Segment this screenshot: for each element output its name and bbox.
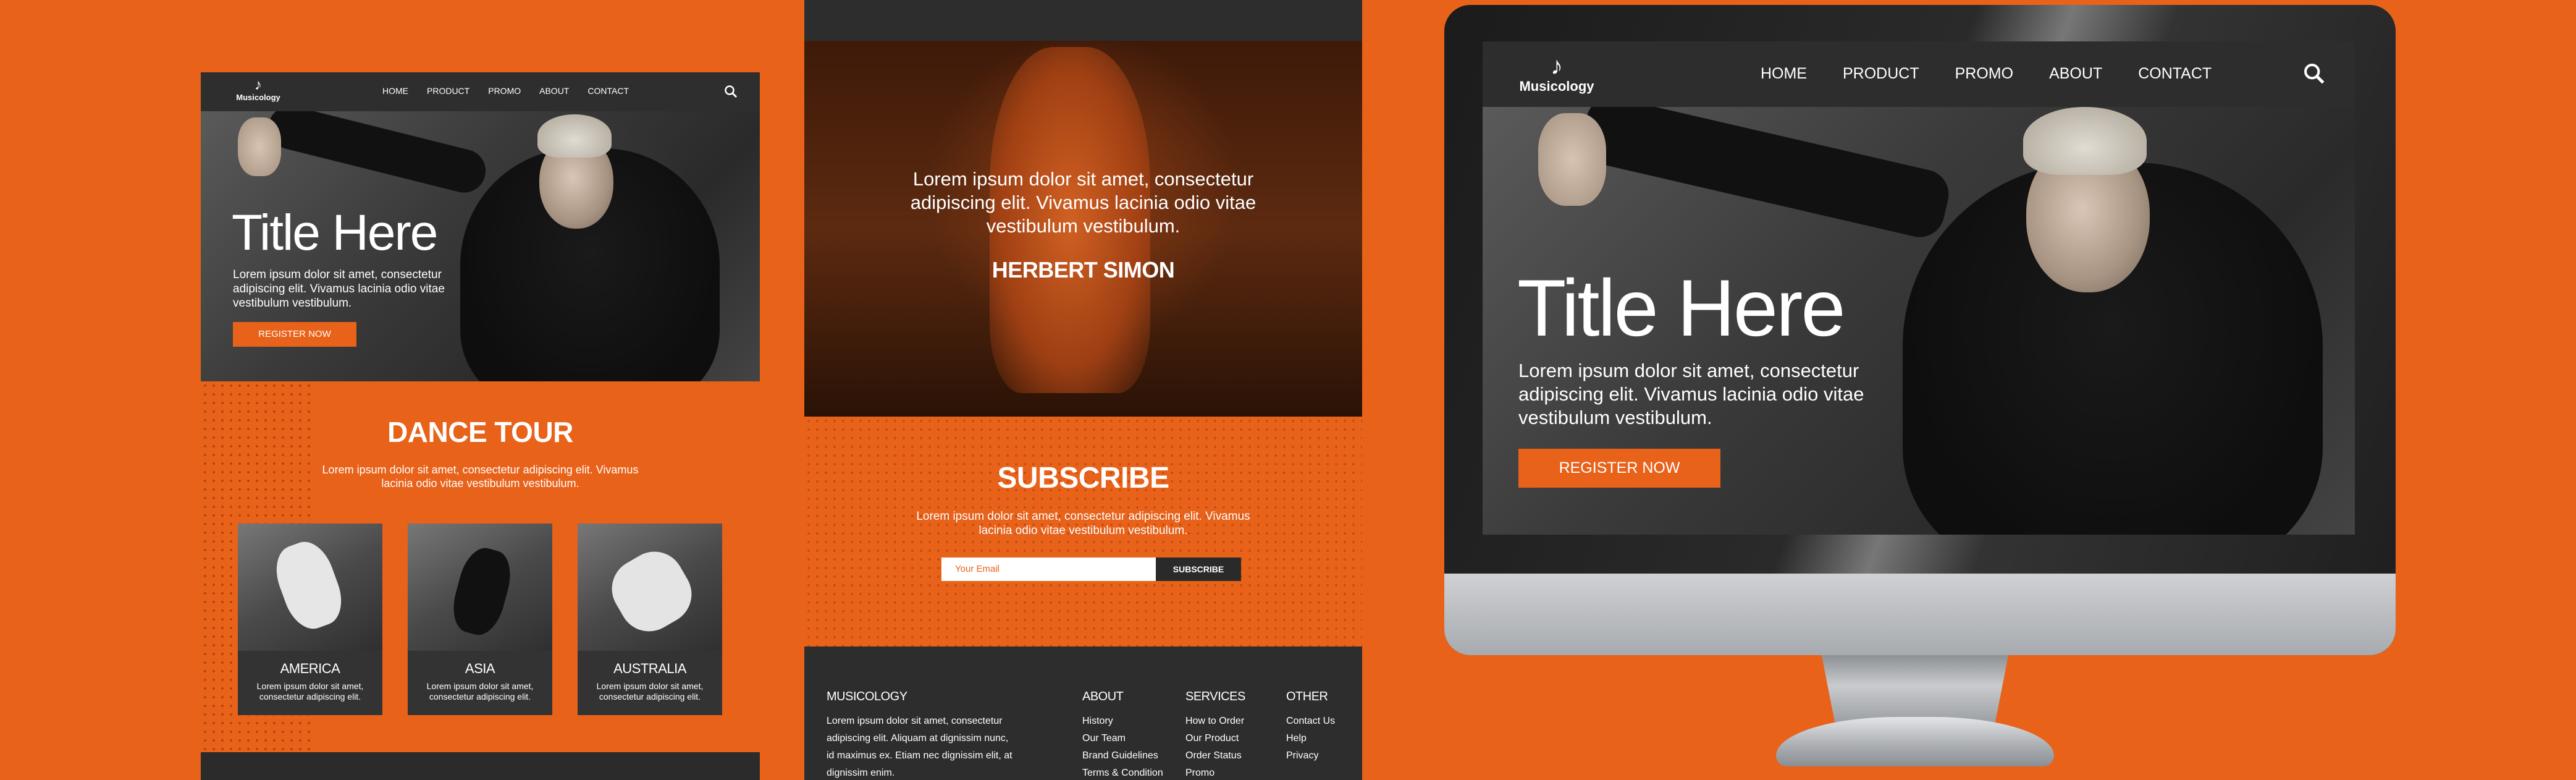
hero-title: Title Here bbox=[1517, 263, 1846, 353]
tour-card-america[interactable]: AMERICA Lorem ipsum dolor sit amet, cons… bbox=[238, 524, 382, 715]
footer-brand-text: Lorem ipsum dolor sit amet, consectetur … bbox=[827, 716, 1012, 778]
monitor-chin bbox=[1444, 574, 2396, 655]
left-footer-strip bbox=[201, 752, 760, 780]
testimonial-author: HERBERT SIMON bbox=[991, 257, 1175, 282]
footer-about: ABOUT History Our Team Brand Guidelines … bbox=[1082, 690, 1163, 780]
brand-name: Musicology bbox=[1519, 78, 1594, 94]
footer-link-promo[interactable]: Promo bbox=[1185, 765, 1245, 780]
tour-card-title: AUSTRALIA bbox=[613, 661, 686, 676]
hero-text: Lorem ipsum dolor sit amet, consectetur … bbox=[1518, 360, 1864, 428]
tour-card-australia[interactable]: AUSTRALIA Lorem ipsum dolor sit amet, co… bbox=[578, 524, 722, 715]
footer-about-heading: ABOUT bbox=[1082, 690, 1124, 703]
footer-other-heading: OTHER bbox=[1286, 690, 1328, 703]
hero-text: Lorem ipsum dolor sit amet, consectetur … bbox=[233, 268, 445, 310]
dance-tour-title: DANCE TOUR bbox=[387, 416, 573, 448]
footer-brand-heading: MUSICOLOGY bbox=[827, 690, 907, 703]
footer-services: SERVICES How to Order Our Product Order … bbox=[1185, 690, 1245, 780]
tour-card-image bbox=[578, 524, 722, 651]
nav-home[interactable]: HOME bbox=[1761, 65, 1807, 83]
navbar: ♪ Musicology HOME PRODUCT PROMO ABOUT CO… bbox=[201, 72, 760, 111]
subscribe-text: Lorem ipsum dolor sit amet, consectetur … bbox=[916, 510, 1250, 537]
dancer-hand bbox=[238, 117, 281, 176]
email-input[interactable]: Your Email bbox=[941, 557, 1156, 581]
footer-link-history[interactable]: History bbox=[1082, 713, 1163, 730]
nav-product[interactable]: PRODUCT bbox=[427, 86, 469, 96]
register-now-button[interactable]: REGISTER NOW bbox=[233, 322, 356, 347]
tour-card-asia[interactable]: ASIA Lorem ipsum dolor sit amet, consect… bbox=[408, 524, 552, 715]
search-icon[interactable] bbox=[2303, 62, 2325, 85]
tour-card-text: Lorem ipsum dolor sit amet, consectetur … bbox=[256, 681, 364, 702]
dance-tour-text: Lorem ipsum dolor sit amet, consectetur … bbox=[322, 464, 639, 490]
brand-name: Musicology bbox=[236, 93, 280, 102]
tour-card-text: Lorem ipsum dolor sit amet, consectetur … bbox=[596, 681, 704, 702]
footer-link-our-team[interactable]: Our Team bbox=[1082, 730, 1163, 747]
monitor-base bbox=[1776, 717, 2054, 766]
nav-contact[interactable]: CONTACT bbox=[587, 86, 629, 96]
footer-link-our-product[interactable]: Our Product bbox=[1185, 730, 1245, 747]
monitor-screen: ♪ Musicology HOME PRODUCT PROMO ABOUT CO… bbox=[1483, 41, 2355, 535]
nav-home[interactable]: HOME bbox=[382, 86, 408, 96]
tour-card-text: Lorem ipsum dolor sit amet, consectetur … bbox=[426, 681, 534, 702]
dancer-hair bbox=[537, 114, 612, 158]
register-now-button[interactable]: REGISTER NOW bbox=[1518, 449, 1720, 488]
testimonial-text: Lorem ipsum dolor sit amet, consectetur … bbox=[910, 168, 1256, 237]
left-page-mockup: ♪ Musicology HOME PRODUCT PROMO ABOUT CO… bbox=[201, 72, 760, 780]
dancer-hand bbox=[1538, 113, 1606, 206]
tour-card-image bbox=[408, 524, 552, 651]
nav-about[interactable]: ABOUT bbox=[539, 86, 569, 96]
monitor-stand bbox=[1821, 655, 2009, 723]
testimonial-section: Lorem ipsum dolor sit amet, consectetur … bbox=[804, 41, 1362, 417]
music-note-icon: ♪ bbox=[255, 77, 262, 93]
tour-card-title: ASIA bbox=[465, 661, 495, 676]
footer-other: OTHER Contact Us Help Privacy bbox=[1286, 690, 1335, 765]
navbar: ♪ Musicology HOME PRODUCT PROMO ABOUT CO… bbox=[1483, 41, 2355, 107]
footer-link-order-status[interactable]: Order Status bbox=[1185, 747, 1245, 765]
dance-tour-section: DANCE TOUR Lorem ipsum dolor sit amet, c… bbox=[201, 381, 760, 752]
hero-title: Title Here bbox=[232, 205, 438, 261]
footer: MUSICOLOGY Lorem ipsum dolor sit amet, c… bbox=[804, 646, 1362, 780]
hero-banner: Title Here Lorem ipsum dolor sit amet, c… bbox=[1483, 107, 2355, 535]
subscribe-button[interactable]: SUBSCRIBE bbox=[1156, 557, 1241, 581]
footer-link-terms[interactable]: Terms & Condition bbox=[1082, 765, 1163, 780]
logo[interactable]: ♪ Musicology bbox=[230, 77, 286, 103]
tour-card-image bbox=[238, 524, 382, 651]
music-note-icon: ♪ bbox=[1551, 53, 1563, 80]
dancer-arm bbox=[1577, 107, 1954, 242]
nav-product[interactable]: PRODUCT bbox=[1843, 65, 1919, 83]
dancer-arm bbox=[264, 111, 490, 197]
subscribe-title: SUBSCRIBE bbox=[997, 462, 1169, 494]
footer-link-brand-guidelines[interactable]: Brand Guidelines bbox=[1082, 747, 1163, 765]
logo[interactable]: ♪ Musicology bbox=[1513, 54, 1600, 95]
footer-link-privacy[interactable]: Privacy bbox=[1286, 747, 1335, 765]
nav-promo[interactable]: PROMO bbox=[488, 86, 521, 96]
dancer-hair bbox=[2023, 107, 2147, 175]
footer-link-how-to-order[interactable]: How to Order bbox=[1185, 713, 1245, 730]
nav-promo[interactable]: PROMO bbox=[1955, 65, 2013, 83]
tour-card-title: AMERICA bbox=[280, 661, 340, 676]
footer-link-contact-us[interactable]: Contact Us bbox=[1286, 713, 1335, 730]
subscribe-section: SUBSCRIBE Lorem ipsum dolor sit amet, co… bbox=[804, 417, 1362, 646]
nav-about[interactable]: ABOUT bbox=[2049, 65, 2102, 83]
search-icon[interactable] bbox=[724, 85, 738, 98]
footer-services-heading: SERVICES bbox=[1185, 690, 1245, 703]
footer-brand: MUSICOLOGY Lorem ipsum dolor sit amet, c… bbox=[827, 690, 1018, 780]
middle-page-mockup: Lorem ipsum dolor sit amet, consectetur … bbox=[804, 0, 1362, 780]
footer-link-help[interactable]: Help bbox=[1286, 730, 1335, 747]
nav-contact[interactable]: CONTACT bbox=[2138, 65, 2212, 83]
hero-banner: Title Here Lorem ipsum dolor sit amet, c… bbox=[201, 111, 760, 381]
